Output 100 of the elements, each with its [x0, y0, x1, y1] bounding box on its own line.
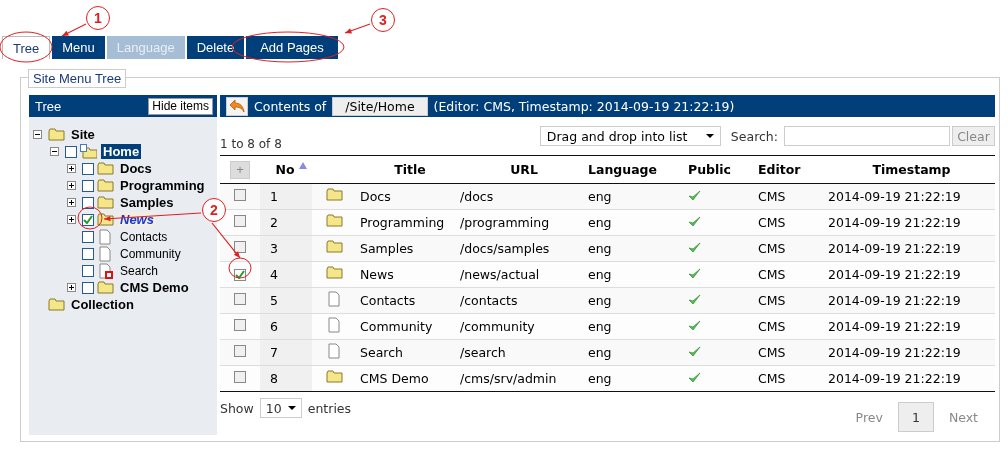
page-icon — [97, 245, 114, 262]
folder-icon — [97, 160, 114, 177]
column-header[interactable]: URL — [510, 162, 538, 177]
back-button[interactable] — [226, 96, 248, 116]
expand-icon[interactable] — [67, 215, 76, 224]
checkbox[interactable] — [82, 196, 94, 209]
table-cell: eng — [588, 371, 612, 386]
annotation-arrow — [211, 222, 241, 259]
table-cell: 6 — [270, 319, 278, 334]
annotation-ellipse — [228, 257, 252, 279]
hide-items-button[interactable]: Hide items — [148, 97, 213, 115]
table-cell: Community — [360, 319, 433, 334]
collapse-icon[interactable] — [50, 147, 59, 156]
page-button[interactable]: 1 — [897, 402, 934, 432]
table-cell: 2 — [270, 215, 278, 230]
tab[interactable]: Delete — [186, 36, 245, 59]
table-cell: CMS — [758, 371, 786, 386]
table-cell: /docs — [460, 189, 494, 204]
table-cell: CMS — [758, 267, 786, 282]
checkbox[interactable] — [234, 319, 246, 331]
table-cell: Contacts — [360, 293, 416, 308]
tree-item[interactable]: Home — [101, 144, 142, 159]
column-header[interactable]: Editor — [758, 162, 801, 177]
annotation-ellipse — [77, 206, 103, 230]
table-cell: 2014-09-19 21:22:19 — [828, 215, 961, 230]
table-cell: CMS — [758, 215, 786, 230]
table-cell: Programming — [360, 215, 445, 230]
search-label: Search: — [730, 128, 778, 144]
folder-icon — [325, 265, 343, 281]
checkbox[interactable] — [82, 213, 94, 226]
table-cell: 2014-09-19 21:22:19 — [828, 241, 961, 256]
checkbox[interactable] — [234, 189, 246, 201]
checkbox[interactable] — [82, 281, 94, 294]
folder-icon — [97, 211, 114, 228]
table-cell: 1 — [270, 189, 278, 204]
folder-icon — [97, 279, 114, 296]
table-cell: 7 — [270, 345, 278, 360]
show-label: Show — [220, 400, 254, 416]
expand-icon[interactable] — [67, 198, 76, 207]
table-cell: eng — [588, 241, 612, 256]
page-icon — [325, 317, 343, 333]
column-header[interactable]: No — [275, 162, 307, 177]
tab[interactable]: Tree — [2, 36, 51, 59]
back-arrow-icon — [229, 99, 245, 113]
table-cell: /programming — [460, 215, 550, 230]
table-cell: 2014-09-19 21:22:19 — [828, 267, 961, 282]
callout-badge: 3 — [371, 8, 395, 32]
table-cell: eng — [588, 267, 612, 282]
column-header[interactable]: Public — [688, 162, 731, 177]
table-cell: Docs — [360, 189, 391, 204]
tree-item[interactable]: Samples — [118, 195, 176, 210]
column-header[interactable]: Title — [394, 162, 426, 177]
tree-item[interactable]: Contacts — [118, 229, 170, 244]
checkbox[interactable] — [234, 241, 246, 253]
callout-badge: 1 — [86, 6, 110, 30]
tree-item[interactable]: Docs — [118, 161, 154, 176]
table-cell: /docs/samples — [460, 241, 550, 256]
table-cell: 2014-09-19 21:22:19 — [828, 189, 961, 204]
annotation-arrow — [61, 23, 87, 37]
table-cell: 4 — [270, 267, 278, 282]
folder-icon — [325, 213, 343, 229]
checkbox[interactable] — [234, 293, 246, 305]
entries-label: entries — [307, 400, 352, 416]
checkbox[interactable] — [82, 179, 94, 192]
checkbox[interactable] — [82, 162, 94, 175]
column-header[interactable]: Timestamp — [872, 162, 951, 177]
tab[interactable]: Menu — [52, 36, 105, 59]
column-header[interactable]: Language — [588, 162, 657, 177]
table-cell: 8 — [270, 371, 278, 386]
tree-item[interactable]: Search — [118, 263, 161, 278]
tree-item[interactable]: Community — [118, 246, 183, 261]
checkbox[interactable] — [82, 230, 94, 243]
folder-icon — [325, 239, 343, 255]
mode-dropdown[interactable]: Drag and drop into list — [539, 126, 721, 146]
checkbox[interactable] — [234, 215, 246, 227]
search-field[interactable] — [784, 126, 950, 146]
table-cell: News — [360, 267, 394, 282]
tree-item[interactable]: Site — [69, 127, 97, 142]
expand-icon[interactable] — [67, 164, 76, 173]
checkbox[interactable] — [234, 371, 246, 383]
checkbox[interactable] — [82, 264, 94, 277]
table-cell: CMS — [758, 345, 786, 360]
table-cell: 2014-09-19 21:22:19 — [828, 345, 961, 360]
expand-icon[interactable] — [67, 283, 76, 292]
tree-item[interactable]: Programming — [118, 178, 207, 193]
expand-icon[interactable] — [67, 181, 76, 190]
table-cell: CMS Demo — [360, 371, 429, 386]
page-size-dropdown[interactable]: 10 — [259, 398, 302, 418]
checkbox[interactable] — [234, 345, 246, 357]
path-button[interactable]: /Site/Home — [332, 96, 428, 116]
table-cell: Search — [360, 345, 403, 360]
panel-title: Tree — [35, 98, 63, 114]
checkbox[interactable] — [65, 145, 77, 158]
collapse-icon[interactable] — [33, 130, 42, 139]
checkbox[interactable] — [82, 247, 94, 260]
tree-item[interactable]: CMS Demo — [118, 280, 191, 295]
table-cell: 2014-09-19 21:22:19 — [828, 371, 961, 386]
tab[interactable]: Add Pages — [246, 36, 338, 59]
tree-item[interactable]: Collection — [69, 297, 136, 312]
table-cell: eng — [588, 319, 612, 334]
